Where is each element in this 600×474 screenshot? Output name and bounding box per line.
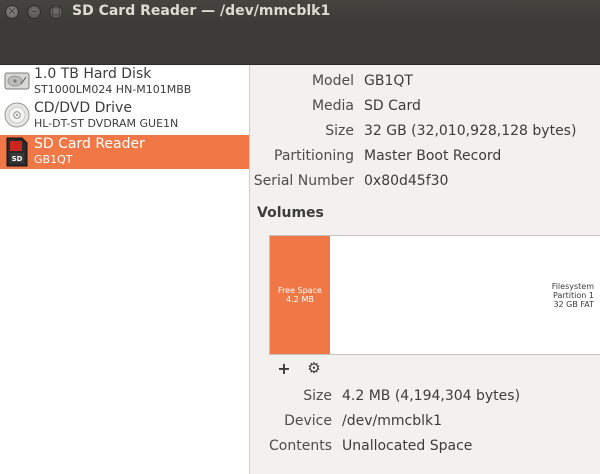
- minimize-window-button[interactable]: –: [27, 5, 41, 19]
- serial-number-value: 0x80d45f30: [364, 173, 449, 189]
- size-label: Size: [325, 123, 354, 139]
- plus-icon: +: [277, 358, 291, 378]
- volume-map: Free Space 4.2 MB Filesystem Partition 1…: [269, 235, 600, 355]
- partition-options-button[interactable]: ⚙: [305, 359, 323, 377]
- title-bar: × – □ SD Card Reader — /dev/mmcblk1: [0, 0, 600, 24]
- sidebar-item-sd-card-reader[interactable]: SD SD Card Reader GB1QT: [0, 135, 249, 169]
- segment-label: Filesystem: [551, 281, 594, 291]
- device-model: GB1QT: [34, 153, 73, 166]
- device-model: ST1000LM024 HN-M101MBB: [34, 83, 192, 96]
- sd-card-label: SD: [12, 155, 23, 163]
- device-name: SD Card Reader: [34, 136, 145, 152]
- size-value: 32 GB (32,010,928,128 bytes): [364, 123, 577, 139]
- volume-segment-free-space[interactable]: Free Space 4.2 MB: [270, 236, 330, 354]
- header-toolbar: [0, 24, 600, 65]
- device-label: Device: [284, 413, 332, 429]
- gears-icon: ⚙: [307, 359, 321, 377]
- media-value: SD Card: [364, 98, 421, 114]
- hard-disk-icon: [4, 68, 30, 94]
- window-title: SD Card Reader — /dev/mmcblk1: [72, 3, 331, 19]
- device-name: 1.0 TB Hard Disk: [34, 66, 152, 82]
- segment-name: Partition 1: [553, 290, 594, 300]
- volume-size-label: Size: [303, 388, 332, 404]
- maximize-window-button[interactable]: □: [49, 5, 63, 19]
- model-value: GB1QT: [364, 73, 413, 89]
- optical-drive-icon: [4, 102, 30, 128]
- minimize-icon: –: [31, 6, 37, 17]
- close-window-button[interactable]: ×: [5, 5, 19, 19]
- segment-size: 4.2 MB: [286, 295, 314, 304]
- serial-number-label: Serial Number: [253, 173, 354, 189]
- sidebar-item-hard-disk[interactable]: 1.0 TB Hard Disk ST1000LM024 HN-M101MBB: [0, 65, 249, 99]
- contents-value: Unallocated Space: [342, 438, 473, 454]
- maximize-icon: □: [51, 6, 61, 17]
- device-model: HL-DT-ST DVDRAM GUE1N: [34, 117, 179, 130]
- create-partition-button[interactable]: +: [275, 358, 293, 378]
- device-value: /dev/mmcblk1: [342, 413, 442, 429]
- segment-size: 32 GB FAT: [553, 299, 594, 309]
- segment-label: Free Space: [278, 286, 322, 295]
- device-name: CD/DVD Drive: [34, 100, 132, 116]
- disks-window: × – □ SD Card Reader — /dev/mmcblk1 1.0 …: [0, 0, 600, 474]
- sd-card-icon: SD: [4, 137, 30, 167]
- media-label: Media: [311, 98, 354, 114]
- close-icon: ×: [7, 6, 17, 17]
- contents-label: Contents: [269, 438, 332, 454]
- drive-details-panel: Model GB1QT Media SD Card Size 32 GB (32…: [250, 65, 600, 474]
- model-label: Model: [311, 73, 354, 89]
- volumes-heading: Volumes: [257, 205, 324, 221]
- volume-size-value: 4.2 MB (4,194,304 bytes): [342, 388, 521, 404]
- partitioning-value: Master Boot Record: [364, 148, 502, 164]
- volume-segment-partition-1[interactable]: Filesystem Partition 1 32 GB FAT: [330, 236, 600, 354]
- device-sidebar: 1.0 TB Hard Disk ST1000LM024 HN-M101MBB …: [0, 65, 250, 474]
- partitioning-label: Partitioning: [274, 148, 354, 164]
- sidebar-item-cd-dvd-drive[interactable]: CD/DVD Drive HL-DT-ST DVDRAM GUE1N: [0, 99, 249, 133]
